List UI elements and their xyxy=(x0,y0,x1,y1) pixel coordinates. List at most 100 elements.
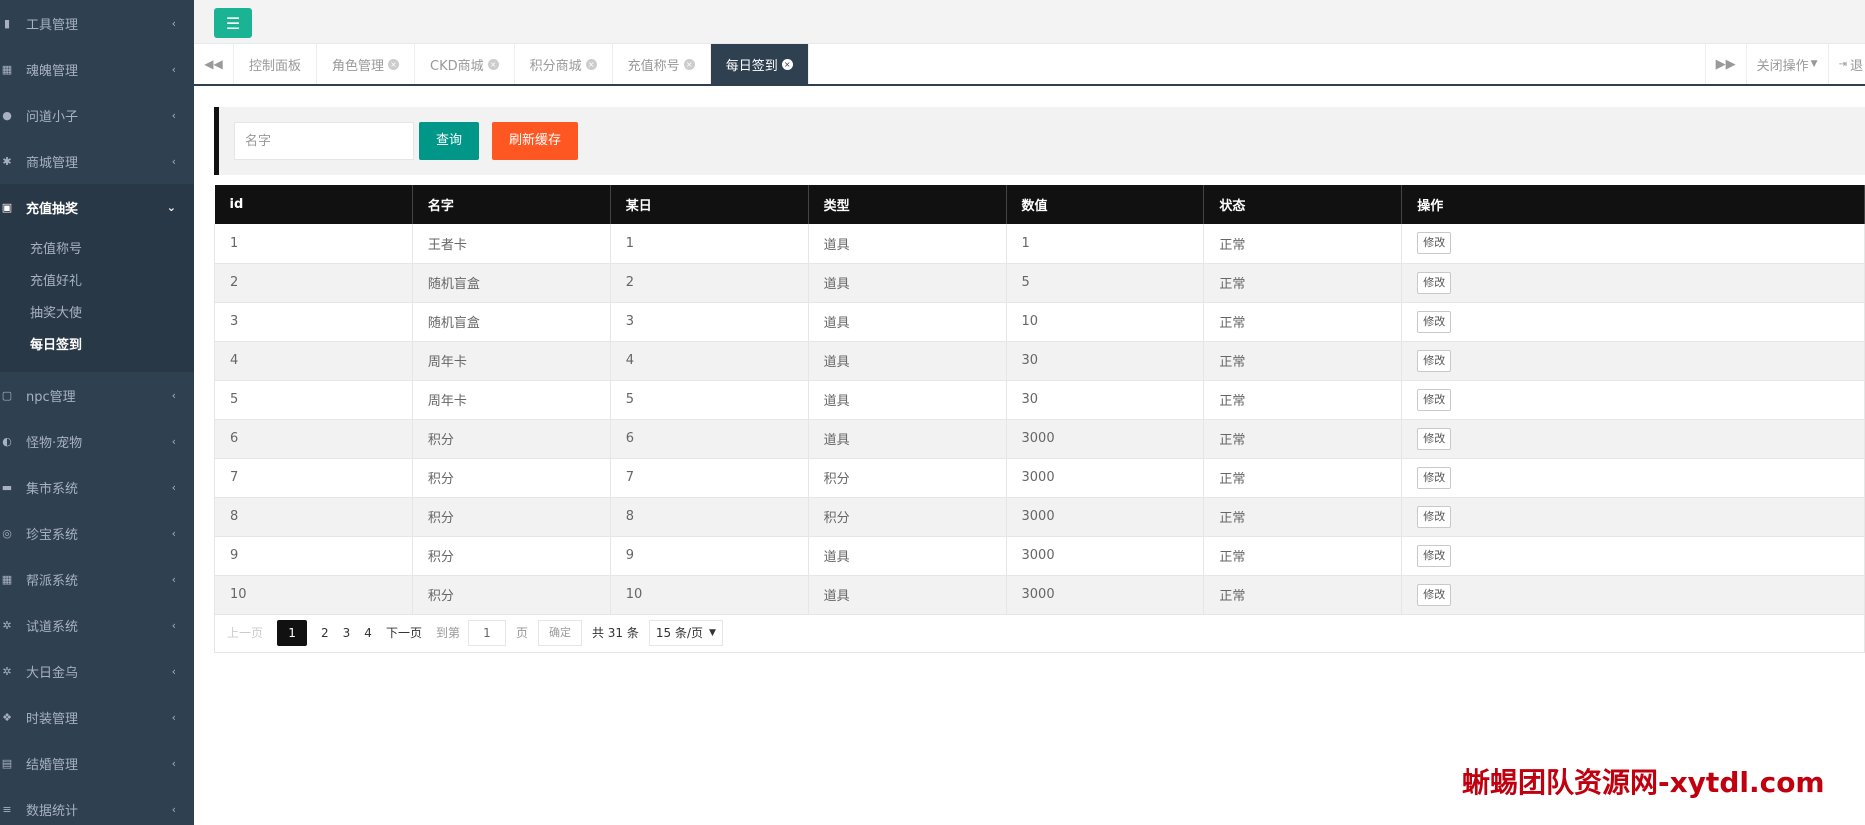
exit-button[interactable]: ⇥ 退 xyxy=(1827,44,1865,84)
tab[interactable]: 角色管理 × xyxy=(317,44,416,84)
goto-page-input[interactable]: 1 xyxy=(467,619,506,646)
tabs-scroll-left-button[interactable]: ◀◀ xyxy=(194,44,234,84)
page-link[interactable]: 2 xyxy=(321,626,329,640)
watermark-text: 蜥蜴团队资源网-xytdl.com xyxy=(1462,766,1825,799)
query-button[interactable]: 查询 xyxy=(419,122,480,160)
table-cell: 修改 xyxy=(1401,380,1865,420)
chevron-left-icon: ‹ xyxy=(171,434,176,448)
tab[interactable]: 积分商城 × xyxy=(515,44,613,84)
tab[interactable]: 每日签到 × xyxy=(710,44,809,84)
close-tab-icon[interactable]: × xyxy=(388,58,400,70)
sidebar-item-label: 结婚管理 xyxy=(26,757,79,773)
close-tab-icon[interactable]: × xyxy=(487,58,499,70)
sidebar-item-label: 数据统计 xyxy=(26,803,79,819)
tab-label: 积分商城 xyxy=(529,58,582,74)
tab[interactable]: 控制面板 xyxy=(234,44,318,84)
edit-button[interactable]: 修改 xyxy=(1417,583,1452,606)
tabs-scroll-right-button[interactable]: ▶▶ xyxy=(1704,44,1746,84)
page-link[interactable]: 1 xyxy=(277,619,308,646)
table-cell: 修改 xyxy=(1401,497,1865,537)
edit-button[interactable]: 修改 xyxy=(1417,505,1452,528)
cubes-icon: ❖ xyxy=(2,710,12,724)
table-cell: 3000 xyxy=(1005,536,1205,576)
close-tab-icon[interactable]: × xyxy=(585,58,597,70)
page-link[interactable]: 4 xyxy=(364,626,372,640)
table-cell: 9 xyxy=(214,536,413,576)
sidebar-item[interactable]: ◎ 珍宝系统 ‹ xyxy=(0,510,194,556)
sidebar-item-label: npc管理 xyxy=(26,389,76,405)
table-cell: 积分 xyxy=(411,575,611,615)
table-cell: 积分 xyxy=(411,419,611,459)
name-search-input[interactable] xyxy=(234,122,414,160)
circle-icon: ◎ xyxy=(2,526,12,540)
edit-button[interactable]: 修改 xyxy=(1417,271,1452,294)
per-page-select[interactable]: 15 条/页 ▼ xyxy=(648,619,723,646)
sidebar-item[interactable]: ✲ 大日金乌 ‹ xyxy=(0,648,194,694)
sidebar-item[interactable]: ▮ 工具管理 ‹ xyxy=(0,0,194,46)
chart-icon: ▮ xyxy=(3,16,11,30)
sidebar-subitem[interactable]: 充值好礼 xyxy=(0,266,194,298)
table-cell: 6 xyxy=(214,419,413,459)
table-cell: 3000 xyxy=(1005,575,1205,615)
total-count: 共 31 条 xyxy=(591,626,639,640)
sidebar-item[interactable]: ✱ 商城管理 ‹ xyxy=(0,138,194,184)
sidebar-subitem[interactable]: 充值称号 xyxy=(0,234,194,266)
sidebar-item[interactable]: ● 问道小子 ‹ xyxy=(0,92,194,138)
edit-button[interactable]: 修改 xyxy=(1417,232,1452,255)
table-cell: 3 xyxy=(609,302,809,342)
tab[interactable]: CKD商城 × xyxy=(415,44,515,84)
sidebar-item[interactable]: ▣ 充值抽奖 ⌄ xyxy=(0,184,194,230)
table-row: 8 积分 8 积分 3000 正常 修改 xyxy=(214,497,1865,537)
sidebar-item[interactable]: ≡ 数据统计 ‹ xyxy=(0,786,194,825)
edit-button[interactable]: 修改 xyxy=(1417,544,1452,567)
close-operations-dropdown[interactable]: 关闭操作 ▼ xyxy=(1745,44,1828,84)
edit-button[interactable]: 修改 xyxy=(1417,427,1452,450)
prev-page-link[interactable]: 上一页 xyxy=(227,624,263,641)
edit-button[interactable]: 修改 xyxy=(1417,388,1452,411)
next-page-link[interactable]: 下一页 xyxy=(386,624,422,641)
table-cell: 积分 xyxy=(411,458,611,498)
top-bar: ☰ xyxy=(194,0,1865,44)
column-header: 类型 xyxy=(808,185,1007,224)
sidebar-item-label: 充值抽奖 xyxy=(26,201,79,217)
sidebar-item[interactable]: ▦ 魂魄管理 ‹ xyxy=(0,46,194,92)
grid-icon: ▦ xyxy=(1,572,13,586)
menu-toggle-button[interactable]: ☰ xyxy=(214,8,252,38)
table-header-row: id 名字 某日 类型 数值 状态 操作 xyxy=(214,185,1865,224)
sidebar-item-label: 商城管理 xyxy=(26,155,79,171)
table-row: 10 积分 10 道具 3000 正常 修改 xyxy=(214,575,1865,615)
sidebar-item[interactable]: ▢ npc管理 ‹ xyxy=(0,372,194,418)
close-tab-icon[interactable]: × xyxy=(683,58,695,70)
table-cell: 7 xyxy=(609,458,809,498)
page-link[interactable]: 3 xyxy=(343,626,351,640)
refresh-cache-button[interactable]: 刷新缓存 xyxy=(492,122,579,160)
goto-confirm-button[interactable]: 确定 xyxy=(537,619,582,646)
table-cell: 10 xyxy=(214,575,413,615)
sidebar-subitem[interactable]: 抽奖大使 xyxy=(0,298,194,330)
half-circle-icon: ◐ xyxy=(2,434,12,448)
column-header: 数值 xyxy=(1006,185,1205,224)
edit-button[interactable]: 修改 xyxy=(1417,466,1452,489)
column-header: 操作 xyxy=(1401,185,1865,224)
tab[interactable]: 充值称号 × xyxy=(613,44,711,84)
data-table: id 名字 某日 类型 数值 状态 操作 1 王者卡 1 道具 1 正常 修改 2 随机盲盒 2 道具 5 正常 修改… xyxy=(214,185,1865,615)
sidebar-item[interactable]: ✲ 试道系统 ‹ xyxy=(0,602,194,648)
sidebar-item-label: 帮派系统 xyxy=(26,573,79,589)
table-cell: 1 xyxy=(214,224,413,264)
square-icon: ▢ xyxy=(1,388,13,402)
table-cell: 5 xyxy=(609,380,809,420)
per-page-value: 15 条/页 xyxy=(655,625,704,640)
edit-button[interactable]: 修改 xyxy=(1417,310,1452,333)
sidebar-item[interactable]: ◐ 怪物·宠物 ‹ xyxy=(0,418,194,464)
column-header: 名字 xyxy=(412,185,611,224)
sidebar-item[interactable]: ❖ 时装管理 ‹ xyxy=(0,694,194,740)
column-header: 状态 xyxy=(1203,185,1403,224)
chevron-left-icon: ‹ xyxy=(171,526,176,540)
close-tab-icon[interactable]: × xyxy=(781,58,793,70)
exit-label: 退 xyxy=(1849,58,1863,74)
sidebar-subitem[interactable]: 每日签到 xyxy=(0,330,194,362)
edit-button[interactable]: 修改 xyxy=(1417,349,1452,372)
sidebar-item[interactable]: ▦ 帮派系统 ‹ xyxy=(0,556,194,602)
sidebar-item[interactable]: ▤ 结婚管理 ‹ xyxy=(0,740,194,786)
sidebar-item[interactable]: ▬ 集市系统 ‹ xyxy=(0,464,194,510)
